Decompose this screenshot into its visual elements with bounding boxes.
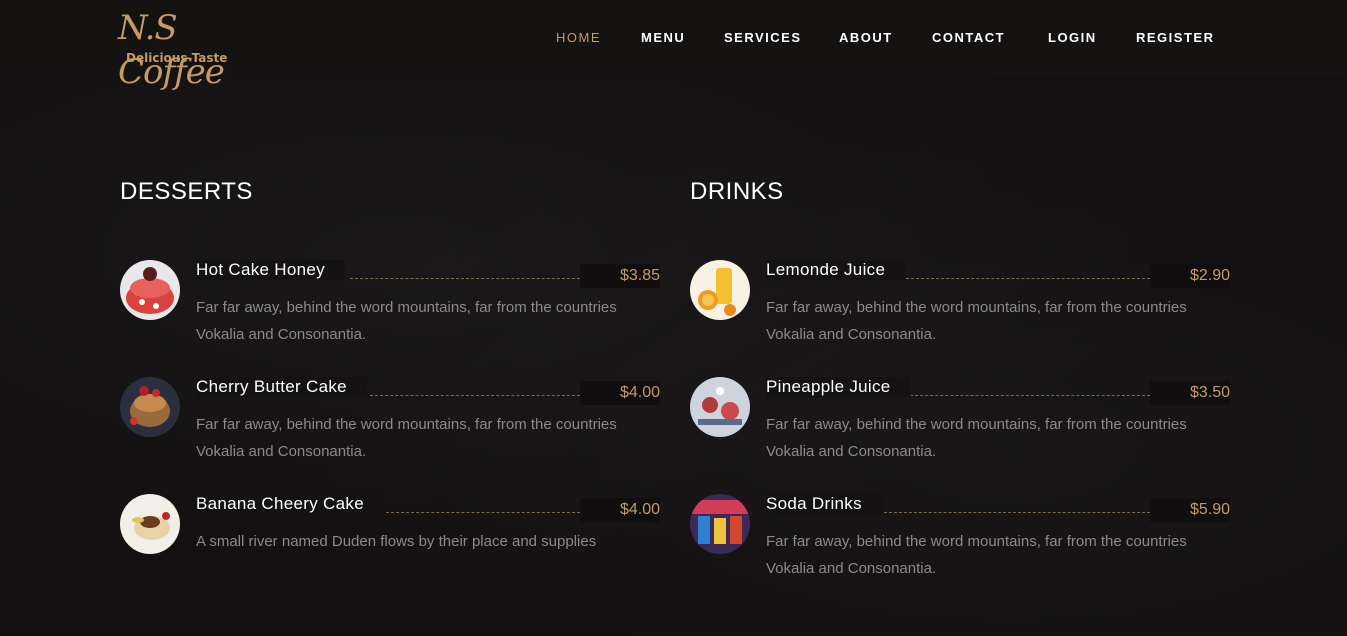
nav-item-menu[interactable]: MENU [641,29,685,47]
item-name: Hot Cake Honey [196,260,345,280]
item-name: Pineapple Juice [766,377,911,397]
dotted-leader [884,512,1150,513]
nav-item-register[interactable]: REGISTER [1136,29,1214,47]
dotted-leader [906,278,1150,279]
item-price: $4.00 [580,381,660,405]
item-price: $2.90 [1150,264,1230,288]
dotted-leader [370,395,580,396]
nav-item-login[interactable]: LOGIN [1048,29,1097,47]
menu-item: Pineapple Juice $3.50 Far far away, behi… [690,377,1230,477]
menu-item: Banana Cheery Cake $4.00 A small river n… [120,494,660,594]
menu-item: Hot Cake Honey $3.85 Far far away, behin… [120,260,660,360]
item-price: $5.90 [1150,498,1230,522]
dotted-leader [386,512,580,513]
navbar: N.S Coffee Delicious Taste HOME MENU SER… [0,0,1347,92]
item-price: $3.50 [1150,381,1230,405]
dotted-leader [350,278,580,279]
item-description: Far far away, behind the word mountains,… [766,416,1187,460]
logo-sub-text: Delicious Taste [126,51,228,65]
nav-item-services[interactable]: SERVICES [724,29,802,47]
nav-item-contact[interactable]: CONTACT [932,29,1005,47]
item-description: Far far away, behind the word mountains,… [196,299,617,343]
desserts-title: DESSERTS [120,178,253,205]
menu-item: Soda Drinks $5.90 Far far away, behind t… [690,494,1230,594]
nav-item-home[interactable]: HOME [556,29,601,47]
dotted-leader [910,395,1150,396]
item-description: Far far away, behind the word mountains,… [196,416,617,460]
brand-logo[interactable]: N.S Coffee Delicious Taste [116,6,236,92]
cherry-butter-cake-image [120,377,180,437]
lemonde-juice-image [690,260,750,320]
banana-cheery-cake-image [120,494,180,554]
item-name: Lemonde Juice [766,260,906,280]
item-description: Far far away, behind the word mountains,… [766,299,1187,343]
item-name: Soda Drinks [766,494,882,514]
item-description: Far far away, behind the word mountains,… [766,533,1187,577]
hot-cake-honey-image [120,260,180,320]
pineapple-juice-image [690,377,750,437]
item-description: A small river named Duden flows by their… [196,533,597,550]
item-price: $3.85 [580,264,660,288]
menu-item: Lemonde Juice $2.90 Far far away, behind… [690,260,1230,360]
item-price: $4.00 [580,498,660,522]
drinks-title: DRINKS [690,178,784,205]
soda-drinks-image [690,494,750,554]
item-name: Banana Cheery Cake [196,494,384,514]
menu-item: Cherry Butter Cake $4.00 Far far away, b… [120,377,660,477]
item-name: Cherry Butter Cake [196,377,367,397]
nav-item-about[interactable]: ABOUT [839,29,893,47]
